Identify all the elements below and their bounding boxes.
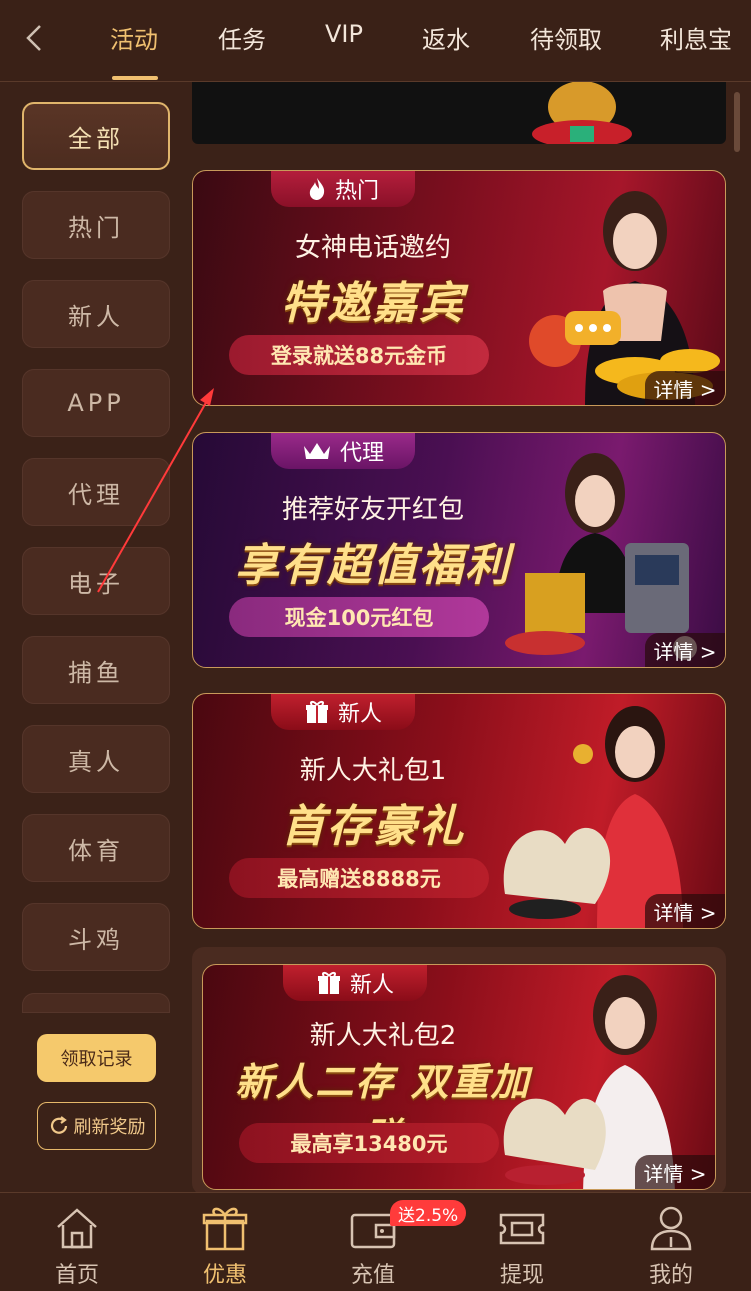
- category-sports[interactable]: 体育: [22, 814, 170, 882]
- chevron-left-icon: [26, 25, 41, 51]
- banner-offer: 最高享13480元: [239, 1123, 499, 1163]
- fire-icon: [309, 178, 325, 200]
- gift-icon: [202, 1207, 248, 1251]
- category-sidebar: 全部 热门 新人 APP 代理 电子 捕鱼 真人 体育 斗鸡 领取记录 刷新奖励: [0, 82, 185, 1192]
- crown-icon: [303, 443, 330, 459]
- banner-tag-label: 新人: [349, 973, 394, 998]
- banner-tag-label: 新人: [337, 702, 382, 727]
- category-fishing[interactable]: 捕鱼: [22, 636, 170, 704]
- promo-banner-newbie-1[interactable]: 新人 新人大礼包1 首存豪礼 最高赠送8888元 详情 >: [192, 693, 726, 929]
- banner-subtitle: 推荐好友开红包: [281, 495, 464, 525]
- cash-ticket-icon: [499, 1213, 545, 1245]
- banner-offer: 登录就送88元金币: [229, 335, 489, 375]
- banner-tag: 新人: [271, 694, 415, 730]
- category-live[interactable]: 真人: [22, 725, 170, 793]
- banner-offer: 最高赠送8888元: [229, 858, 489, 898]
- refresh-label: 刷新奖励: [73, 1117, 146, 1138]
- nav-profile[interactable]: 我的: [621, 1203, 721, 1289]
- annotation-arrow: [97, 388, 214, 593]
- mascot-image: [532, 82, 632, 148]
- banner-tag: 热门: [271, 171, 415, 207]
- category-hot[interactable]: 热门: [22, 191, 170, 259]
- gift-icon: [305, 701, 328, 723]
- tab-tasks[interactable]: 任务: [218, 20, 266, 60]
- banner-tag-label: 代理: [339, 441, 384, 466]
- category-new[interactable]: 新人: [22, 280, 170, 348]
- banner-subtitle: 女神电话邀约: [294, 233, 451, 263]
- category-all[interactable]: 全部: [22, 102, 170, 170]
- nav-withdraw[interactable]: 提现: [472, 1203, 572, 1289]
- deposit-bonus-badge: 送2.5%: [390, 1200, 467, 1226]
- category-more[interactable]: [22, 993, 170, 1013]
- previous-banner-partial[interactable]: [192, 82, 726, 148]
- scrollbar[interactable]: [734, 92, 740, 152]
- user-icon: [650, 1206, 692, 1251]
- banner-tag: 新人: [283, 965, 427, 1001]
- nav-label: 首页: [54, 1263, 99, 1288]
- refresh-rewards-button[interactable]: 刷新奖励: [37, 1102, 156, 1150]
- tab-rebate[interactable]: 返水: [422, 20, 470, 60]
- detail-button[interactable]: 详情 >: [645, 371, 725, 405]
- nav-label: 充值: [350, 1263, 395, 1288]
- detail-button[interactable]: 详情 >: [645, 894, 725, 928]
- nav-label: 我的: [648, 1263, 693, 1288]
- back-button[interactable]: [18, 20, 50, 56]
- top-navigation: 活动 任务 VIP 返水 待领取 利息宝: [0, 0, 751, 82]
- tab-activity[interactable]: 活动: [110, 20, 158, 60]
- banner-tag: 代理: [271, 433, 415, 469]
- gift-icon: [317, 972, 340, 994]
- nav-label: 优惠: [202, 1263, 247, 1288]
- promotion-list: 热门 女神电话邀约 特邀嘉宾 登录就送88元金币 详情 > 代理 推荐好友开红包…: [190, 82, 730, 1192]
- banner-tag-label: 热门: [334, 179, 379, 204]
- bottom-navigation: 首页 优惠 充值 提现 我的: [0, 1192, 751, 1291]
- active-tab-indicator: [112, 76, 158, 80]
- promo-banner-hot[interactable]: 热门 女神电话邀约 特邀嘉宾 登录就送88元金币 详情 >: [192, 170, 726, 406]
- home-icon: [57, 1208, 97, 1249]
- detail-button[interactable]: 详情 >: [645, 633, 725, 667]
- detail-button[interactable]: 详情 >: [635, 1155, 715, 1189]
- category-cockfight[interactable]: 斗鸡: [22, 903, 170, 971]
- refresh-icon: [50, 1116, 67, 1134]
- banner-subtitle: 新人大礼包1: [299, 756, 447, 786]
- tab-pending[interactable]: 待领取: [530, 20, 602, 60]
- nav-label: 提现: [499, 1263, 544, 1288]
- claim-record-button[interactable]: 领取记录: [37, 1034, 156, 1082]
- tab-interest[interactable]: 利息宝: [660, 20, 732, 60]
- promo-banner-newbie-2[interactable]: 新人 新人大礼包2 新人二存 双重加赠 最高享13480元 详情 >: [202, 964, 716, 1190]
- nav-home[interactable]: 首页: [27, 1203, 127, 1289]
- tab-vip[interactable]: VIP: [325, 20, 363, 60]
- banner-offer: 现金100元红包: [229, 597, 489, 637]
- promo-banner-agent[interactable]: 代理 推荐好友开红包 享有超值福利 现金100元红包 详情 >: [192, 432, 726, 668]
- nav-promotions[interactable]: 优惠: [175, 1203, 275, 1289]
